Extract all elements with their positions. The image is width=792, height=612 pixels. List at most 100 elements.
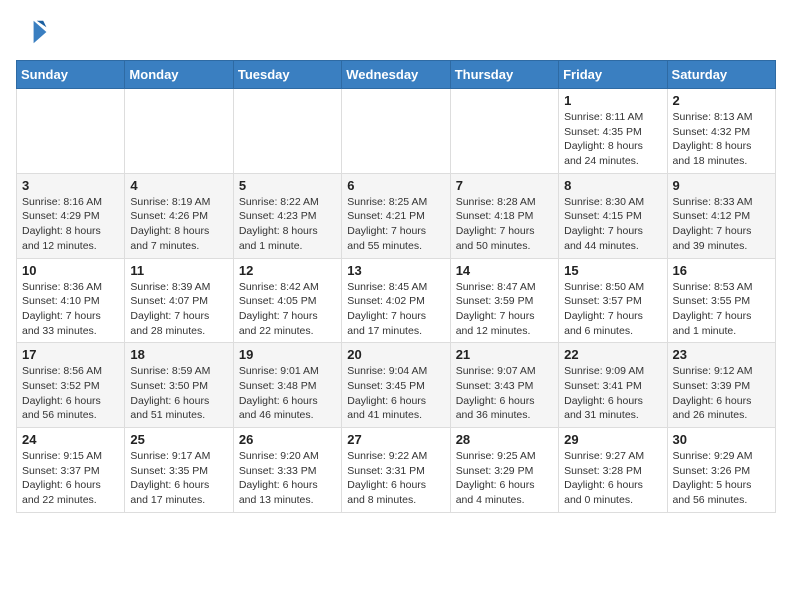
calendar-cell: 9 Sunrise: 8:33 AM Sunset: 4:12 PM Daylig… — [667, 173, 775, 258]
calendar-cell — [233, 89, 341, 174]
day-number: 1 — [564, 93, 661, 108]
day-info: Sunrise: 8:33 AM Sunset: 4:12 PM Dayligh… — [673, 195, 770, 254]
day-number: 11 — [130, 263, 227, 278]
logo-icon — [16, 16, 48, 48]
day-info: Sunrise: 9:29 AM Sunset: 3:26 PM Dayligh… — [673, 449, 770, 508]
calendar-cell: 24 Sunrise: 9:15 AM Sunset: 3:37 PM Dayli… — [17, 428, 125, 513]
calendar-cell: 6 Sunrise: 8:25 AM Sunset: 4:21 PM Daylig… — [342, 173, 450, 258]
day-number: 5 — [239, 178, 336, 193]
day-info: Sunrise: 8:28 AM Sunset: 4:18 PM Dayligh… — [456, 195, 553, 254]
calendar-week-row: 17 Sunrise: 8:56 AM Sunset: 3:52 PM Dayli… — [17, 343, 776, 428]
day-info: Sunrise: 8:11 AM Sunset: 4:35 PM Dayligh… — [564, 110, 661, 169]
day-info: Sunrise: 8:25 AM Sunset: 4:21 PM Dayligh… — [347, 195, 444, 254]
day-number: 25 — [130, 432, 227, 447]
day-number: 7 — [456, 178, 553, 193]
day-number: 16 — [673, 263, 770, 278]
calendar-cell: 11 Sunrise: 8:39 AM Sunset: 4:07 PM Dayli… — [125, 258, 233, 343]
calendar-cell: 28 Sunrise: 9:25 AM Sunset: 3:29 PM Dayli… — [450, 428, 558, 513]
day-of-week-header: Tuesday — [233, 61, 341, 89]
day-info: Sunrise: 8:50 AM Sunset: 3:57 PM Dayligh… — [564, 280, 661, 339]
day-info: Sunrise: 9:25 AM Sunset: 3:29 PM Dayligh… — [456, 449, 553, 508]
day-of-week-header: Thursday — [450, 61, 558, 89]
calendar-cell: 30 Sunrise: 9:29 AM Sunset: 3:26 PM Dayli… — [667, 428, 775, 513]
day-number: 8 — [564, 178, 661, 193]
calendar-cell: 20 Sunrise: 9:04 AM Sunset: 3:45 PM Dayli… — [342, 343, 450, 428]
day-of-week-header: Saturday — [667, 61, 775, 89]
day-number: 20 — [347, 347, 444, 362]
day-number: 23 — [673, 347, 770, 362]
day-info: Sunrise: 8:45 AM Sunset: 4:02 PM Dayligh… — [347, 280, 444, 339]
day-info: Sunrise: 9:15 AM Sunset: 3:37 PM Dayligh… — [22, 449, 119, 508]
calendar-week-row: 10 Sunrise: 8:36 AM Sunset: 4:10 PM Dayli… — [17, 258, 776, 343]
calendar-cell — [125, 89, 233, 174]
day-number: 15 — [564, 263, 661, 278]
day-info: Sunrise: 8:53 AM Sunset: 3:55 PM Dayligh… — [673, 280, 770, 339]
day-info: Sunrise: 8:42 AM Sunset: 4:05 PM Dayligh… — [239, 280, 336, 339]
calendar-cell: 18 Sunrise: 8:59 AM Sunset: 3:50 PM Dayli… — [125, 343, 233, 428]
day-number: 2 — [673, 93, 770, 108]
day-info: Sunrise: 8:19 AM Sunset: 4:26 PM Dayligh… — [130, 195, 227, 254]
calendar-cell: 22 Sunrise: 9:09 AM Sunset: 3:41 PM Dayli… — [559, 343, 667, 428]
day-info: Sunrise: 9:09 AM Sunset: 3:41 PM Dayligh… — [564, 364, 661, 423]
calendar-cell: 14 Sunrise: 8:47 AM Sunset: 3:59 PM Dayli… — [450, 258, 558, 343]
day-number: 19 — [239, 347, 336, 362]
day-number: 12 — [239, 263, 336, 278]
calendar-table: SundayMondayTuesdayWednesdayThursdayFrid… — [16, 60, 776, 513]
day-info: Sunrise: 9:04 AM Sunset: 3:45 PM Dayligh… — [347, 364, 444, 423]
day-info: Sunrise: 9:01 AM Sunset: 3:48 PM Dayligh… — [239, 364, 336, 423]
day-number: 26 — [239, 432, 336, 447]
calendar-cell: 23 Sunrise: 9:12 AM Sunset: 3:39 PM Dayli… — [667, 343, 775, 428]
day-number: 13 — [347, 263, 444, 278]
day-number: 17 — [22, 347, 119, 362]
day-info: Sunrise: 9:22 AM Sunset: 3:31 PM Dayligh… — [347, 449, 444, 508]
day-info: Sunrise: 8:47 AM Sunset: 3:59 PM Dayligh… — [456, 280, 553, 339]
day-number: 28 — [456, 432, 553, 447]
day-info: Sunrise: 8:36 AM Sunset: 4:10 PM Dayligh… — [22, 280, 119, 339]
calendar-cell: 10 Sunrise: 8:36 AM Sunset: 4:10 PM Dayli… — [17, 258, 125, 343]
day-number: 29 — [564, 432, 661, 447]
day-info: Sunrise: 8:13 AM Sunset: 4:32 PM Dayligh… — [673, 110, 770, 169]
day-of-week-header: Wednesday — [342, 61, 450, 89]
day-number: 21 — [456, 347, 553, 362]
calendar-header-row: SundayMondayTuesdayWednesdayThursdayFrid… — [17, 61, 776, 89]
calendar-cell: 27Sunrise: 9:22 AM Sunset: 3:31 PM Dayli… — [342, 428, 450, 513]
day-number: 9 — [673, 178, 770, 193]
day-number: 14 — [456, 263, 553, 278]
calendar-cell: 1 Sunrise: 8:11 AM Sunset: 4:35 PM Daylig… — [559, 89, 667, 174]
calendar-cell: 21 Sunrise: 9:07 AM Sunset: 3:43 PM Dayli… — [450, 343, 558, 428]
day-info: Sunrise: 8:22 AM Sunset: 4:23 PM Dayligh… — [239, 195, 336, 254]
day-number: 24 — [22, 432, 119, 447]
calendar-cell: 25 Sunrise: 9:17 AM Sunset: 3:35 PM Dayli… — [125, 428, 233, 513]
day-info: Sunrise: 8:56 AM Sunset: 3:52 PM Dayligh… — [22, 364, 119, 423]
day-number: 18 — [130, 347, 227, 362]
calendar-cell: 8Sunrise: 8:30 AM Sunset: 4:15 PM Daylig… — [559, 173, 667, 258]
day-info: Sunrise: 9:12 AM Sunset: 3:39 PM Dayligh… — [673, 364, 770, 423]
calendar-cell: 15 Sunrise: 8:50 AM Sunset: 3:57 PM Dayli… — [559, 258, 667, 343]
calendar-cell: 26Sunrise: 9:20 AM Sunset: 3:33 PM Dayli… — [233, 428, 341, 513]
calendar-cell: 16 Sunrise: 8:53 AM Sunset: 3:55 PM Dayli… — [667, 258, 775, 343]
day-info: Sunrise: 8:59 AM Sunset: 3:50 PM Dayligh… — [130, 364, 227, 423]
day-number: 22 — [564, 347, 661, 362]
day-number: 30 — [673, 432, 770, 447]
day-of-week-header: Sunday — [17, 61, 125, 89]
calendar-cell: 4 Sunrise: 8:19 AM Sunset: 4:26 PM Daylig… — [125, 173, 233, 258]
calendar-cell: 12 Sunrise: 8:42 AM Sunset: 4:05 PM Dayli… — [233, 258, 341, 343]
day-info: Sunrise: 9:27 AM Sunset: 3:28 PM Dayligh… — [564, 449, 661, 508]
calendar-cell: 29 Sunrise: 9:27 AM Sunset: 3:28 PM Dayli… — [559, 428, 667, 513]
calendar-cell: 17 Sunrise: 8:56 AM Sunset: 3:52 PM Dayli… — [17, 343, 125, 428]
calendar-week-row: 3 Sunrise: 8:16 AM Sunset: 4:29 PM Daylig… — [17, 173, 776, 258]
calendar-week-row: 1 Sunrise: 8:11 AM Sunset: 4:35 PM Daylig… — [17, 89, 776, 174]
day-info: Sunrise: 8:39 AM Sunset: 4:07 PM Dayligh… — [130, 280, 227, 339]
day-number: 4 — [130, 178, 227, 193]
calendar-cell: 13 Sunrise: 8:45 AM Sunset: 4:02 PM Dayli… — [342, 258, 450, 343]
day-of-week-header: Friday — [559, 61, 667, 89]
day-number: 6 — [347, 178, 444, 193]
calendar-cell — [342, 89, 450, 174]
day-info: Sunrise: 9:17 AM Sunset: 3:35 PM Dayligh… — [130, 449, 227, 508]
day-number: 10 — [22, 263, 119, 278]
day-info: Sunrise: 9:07 AM Sunset: 3:43 PM Dayligh… — [456, 364, 553, 423]
day-number: 3 — [22, 178, 119, 193]
page-header — [16, 16, 776, 48]
calendar-cell: 3 Sunrise: 8:16 AM Sunset: 4:29 PM Daylig… — [17, 173, 125, 258]
day-info: Sunrise: 8:16 AM Sunset: 4:29 PM Dayligh… — [22, 195, 119, 254]
